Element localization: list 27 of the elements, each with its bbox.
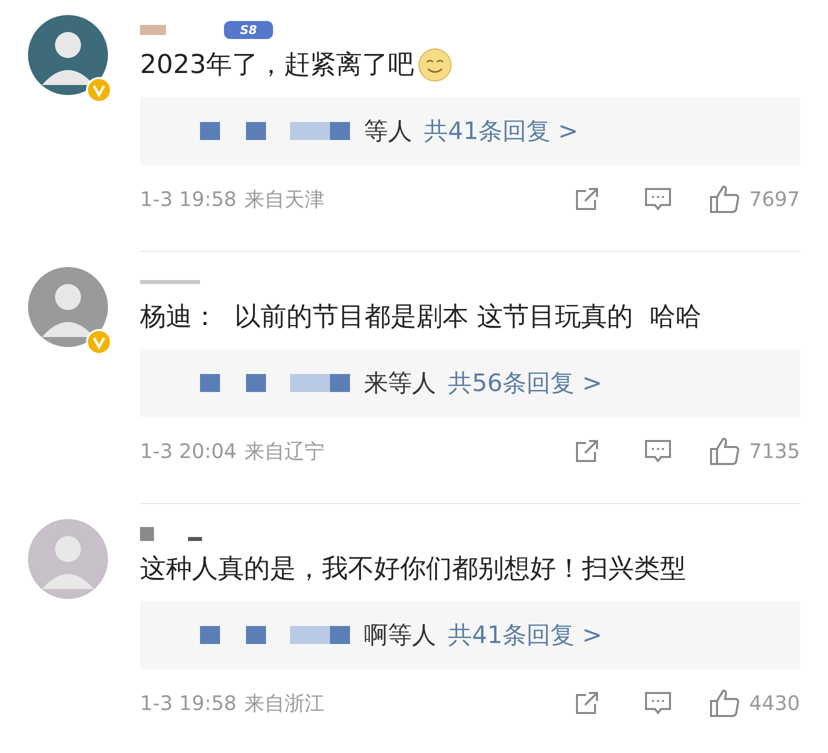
avatar[interactable] [28,267,108,347]
avatar[interactable] [28,15,108,95]
pixelated-name-drawing [140,280,200,284]
comment-icon[interactable] [643,689,674,717]
like-count: 7697 [749,186,800,213]
comment-icon[interactable] [643,185,674,213]
comment-text: 杨迪： 以前的节目都是剧本 这节目玩真的 哈哈 [140,300,702,334]
comment-icon[interactable] [643,437,674,465]
comment-text: 2023年了，赶紧离了吧 [140,48,414,82]
pixelated-name-drawing [140,25,166,35]
thumbs-up-icon[interactable] [709,436,742,466]
comment-text: 这种人真的是，我不好你们都别想好！扫兴类型 [140,552,686,586]
thumbs-up-icon[interactable] [709,184,742,214]
comment-location: 来自天津 [244,186,325,213]
comment-location: 来自浙江 [244,690,325,717]
comment-time: 1-3 20:04 [140,438,237,465]
like-count: 7135 [749,438,800,465]
thumbs-up-icon[interactable] [709,688,742,718]
like-count: 4430 [749,690,800,717]
replies-bar[interactable]: 等人 共41条回复 > [140,97,800,165]
level-tag: S8 [224,21,273,39]
comment-location: 来自辽宁 [244,438,325,465]
replies-bar[interactable]: 来等人 共56条回复 > [140,349,800,417]
comment-time: 1-3 19:58 [140,186,237,213]
comment-time: 1-3 19:58 [140,690,237,717]
replies-bar[interactable]: 啊等人 共41条回复 > [140,601,800,669]
pixelated-name-drawing [140,527,202,541]
